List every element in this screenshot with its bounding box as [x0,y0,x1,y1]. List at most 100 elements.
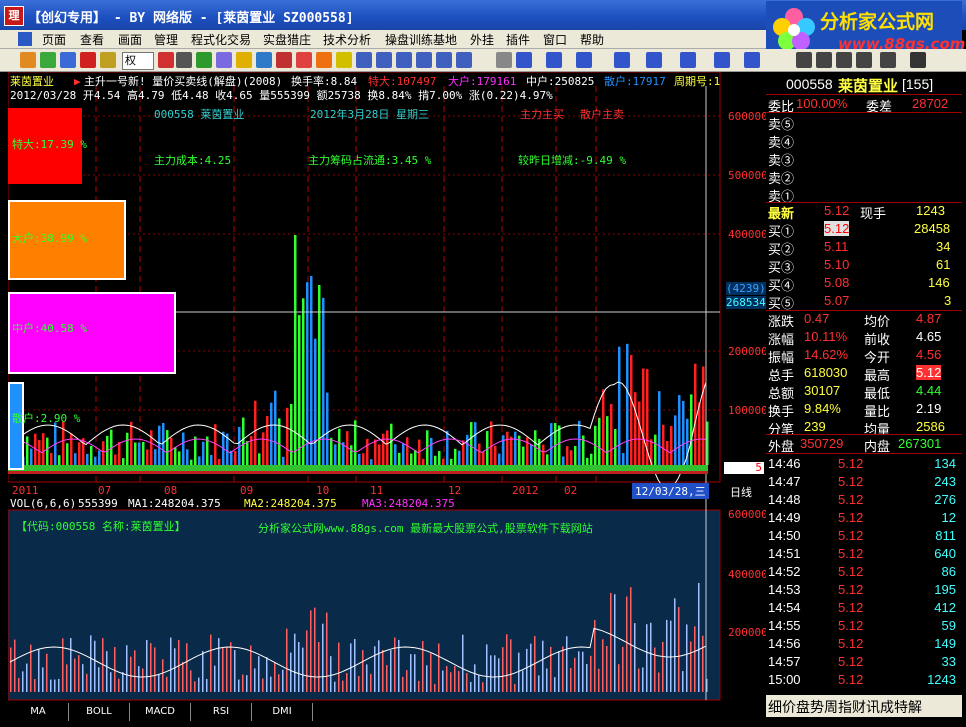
stat-value: 4.44 [916,383,942,398]
menu-item-manage[interactable]: 管理 [154,31,178,48]
window4-icon[interactable] [456,52,472,68]
lower-vol-bar [418,680,420,692]
vol-bar [394,444,397,465]
glasses-icon[interactable] [176,52,192,68]
vol-bar [174,447,177,465]
cursor-icon[interactable] [496,52,512,68]
lower-vol-bar [270,676,272,692]
vol-bar [90,445,93,465]
fib-tool-icon[interactable] [646,52,662,68]
tab-rsi[interactable]: RSI [191,703,252,721]
parallel-tool-icon[interactable] [680,52,696,68]
pencil-icon[interactable] [336,52,352,68]
lower-vol-bar [374,646,376,692]
menu-item-plugins[interactable]: 插件 [506,31,530,48]
tick-list[interactable]: 14:46 5.12 134 14:47 5.12 243 14:48 5.12 276 14:4… [766,456,962,696]
grid-tool-icon[interactable] [100,52,116,68]
menu-item-training[interactable]: 操盘训练基地 [385,31,457,48]
edit-tool-icon[interactable] [880,52,896,68]
tick-volume: 134 [934,456,956,471]
menu-app-icon[interactable] [18,32,32,46]
vol-bar [526,437,529,465]
kline-chart[interactable]: 莱茵置业 ▶ 主升一号新! 量价买卖线(解盘)(2008) 换手率:8.84 特… [8,72,768,703]
fan-tool-icon[interactable] [614,52,630,68]
lock-tool-icon[interactable] [856,52,872,68]
fire-icon[interactable] [316,52,332,68]
f10-icon[interactable] [196,52,212,68]
vol-bar [570,450,573,465]
erase-tool-icon[interactable] [836,52,852,68]
bell-icon[interactable] [296,52,312,68]
record-icon[interactable] [158,52,174,68]
menu-item-window[interactable]: 窗口 [543,31,567,48]
quote-tab-labels[interactable]: 细价盘势周指财讯成特解 [768,697,922,717]
vol-bar [74,453,77,465]
vol-bar [530,444,533,465]
tick-volume: 640 [934,546,956,561]
copy-tool-icon[interactable] [816,52,832,68]
lower-vol-bar [146,640,148,692]
folder-icon[interactable] [236,52,252,68]
tick-volume: 412 [934,600,956,615]
vol-bar [98,450,101,465]
move-tool-icon[interactable] [40,52,56,68]
vol-bar [282,456,285,465]
lower-vol-bar [570,667,572,692]
lower-vol-bar [522,670,524,692]
buy2-vol: 34 [936,239,951,254]
vertical-line-icon[interactable] [576,52,592,68]
vol-bar [234,451,237,465]
lower-vol-bar [578,651,580,692]
lower-vol-bar [254,668,256,692]
vol-bar [306,282,309,465]
search-icon[interactable] [256,52,272,68]
lower-vol-bar [434,683,436,692]
tab-boll[interactable]: BOLL [69,703,130,721]
tab-dmi[interactable]: DMI [252,703,313,721]
save-icon[interactable] [910,52,926,68]
vol-bar [550,423,553,465]
x-label-09: 09 [240,484,254,497]
menu-item-live-hunt[interactable]: 实盘猎庄 [263,31,311,48]
lower-vol-bar [90,635,92,692]
vol-bar [358,453,361,465]
vol-bar [406,437,409,465]
app-icon[interactable]: 理 [4,6,24,26]
lower-vol-bar [626,596,628,692]
lower-vol-bar [318,642,320,692]
y-label-400000: 400000 [728,228,768,241]
ball-icon[interactable] [276,52,292,68]
table-icon[interactable] [376,52,392,68]
tab-macd[interactable]: MACD [130,703,191,721]
lower-vol-bar [246,675,248,692]
window2-icon[interactable] [416,52,432,68]
tab-ma[interactable]: MA [8,703,69,721]
period-label[interactable]: 日线 [730,484,752,500]
menu-item-help[interactable]: 帮助 [580,31,604,48]
chart-icon[interactable] [216,52,232,68]
menu-item-view[interactable]: 查看 [80,31,104,48]
adjust-combo[interactable]: 权 [122,52,154,70]
window-icon[interactable] [396,52,412,68]
menu-item-tech-analysis[interactable]: 技术分析 [323,31,371,48]
vol-bar [494,445,497,465]
channel-tool-icon[interactable] [546,52,562,68]
layout-icon[interactable] [356,52,372,68]
lower-vol-bar [14,639,16,692]
lower-vol-bar [74,658,76,692]
menu-item-program-trading[interactable]: 程式化交易 [191,31,251,48]
buy4-label: 买④ [768,278,795,293]
menu-item-plugin-ext[interactable]: 外挂 [470,31,494,48]
latest-value: 5.12 [824,203,850,218]
hand-tool-icon[interactable] [20,52,36,68]
lower-vol-bar [306,630,308,692]
rect-tool-icon[interactable] [714,52,730,68]
circle-tool-icon[interactable] [744,52,760,68]
window3-icon[interactable] [436,52,452,68]
resize-tool-icon[interactable] [80,52,96,68]
text-tool-icon[interactable] [796,52,812,68]
line-tool-icon[interactable] [516,52,532,68]
menu-item-screen[interactable]: 画面 [118,31,142,48]
menu-item-page[interactable]: 页面 [42,31,66,48]
arrows-tool-icon[interactable] [60,52,76,68]
